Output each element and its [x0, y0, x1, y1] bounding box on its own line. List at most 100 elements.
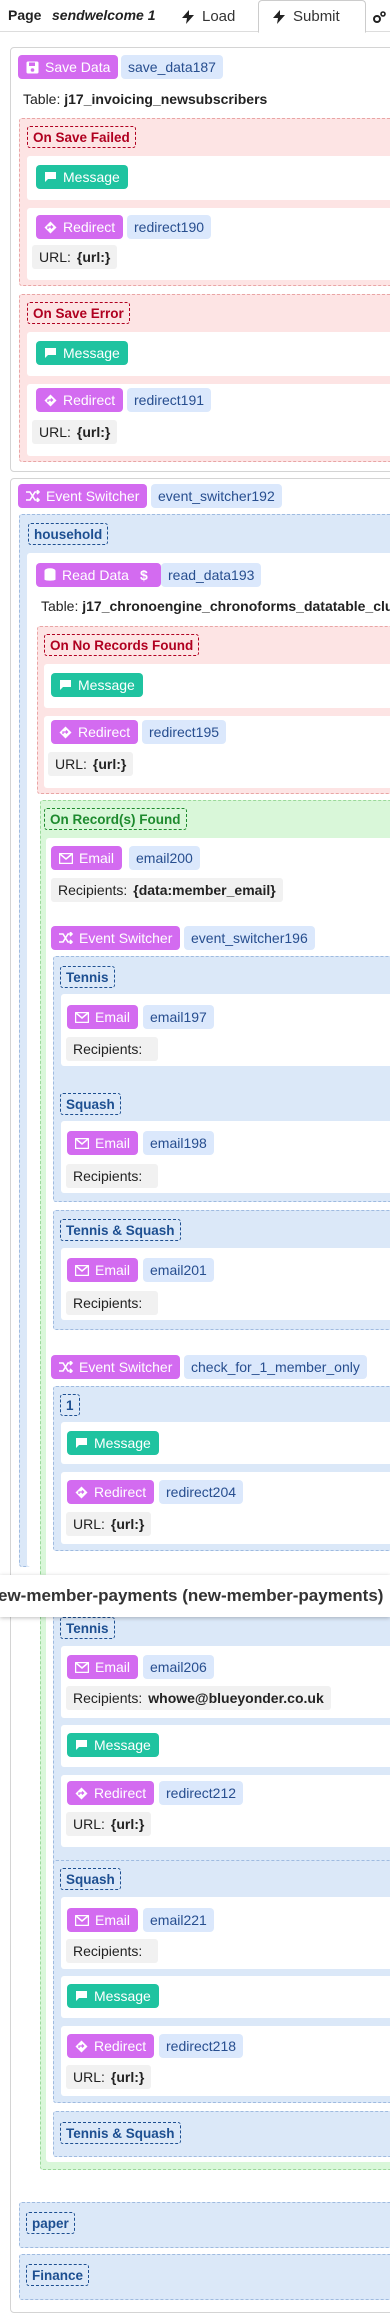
envelope-icon	[75, 1264, 89, 1276]
segment-title: On Save Failed	[27, 126, 136, 148]
read-data-chip[interactable]: Read Data $	[36, 563, 161, 587]
email-chip[interactable]: Email	[67, 1258, 139, 1282]
email-recipients: Recipients: whowe@blueyonder.co.uk	[66, 1686, 331, 1710]
save-data-chip[interactable]: Save Data	[18, 55, 119, 79]
diamond-arrow-icon	[44, 394, 57, 407]
speech-bubble-icon	[75, 1739, 88, 1751]
envelope-icon	[75, 1011, 89, 1023]
event-switcher-name: event_switcher196	[184, 926, 315, 950]
page-label: Page	[8, 7, 42, 23]
email-name: email206	[143, 1655, 214, 1679]
save-data-name: save_data187	[121, 55, 223, 79]
redirect-name: redirect204	[159, 1480, 244, 1504]
segment-title: Tennis & Squash	[60, 1219, 181, 1241]
segment-title: Squash	[60, 1868, 121, 1890]
diamond-arrow-icon	[59, 726, 72, 739]
cog-icon	[372, 10, 386, 24]
email-name: email197	[143, 1005, 214, 1029]
redirect-chip[interactable]: Redirect	[67, 1781, 155, 1805]
bolt-icon	[182, 9, 194, 24]
diamond-arrow-icon	[44, 221, 57, 234]
segment-title: paper	[26, 2212, 75, 2234]
redirect-url: URL: {url:}	[66, 1812, 152, 1836]
envelope-icon	[75, 1914, 89, 1926]
event-switcher-chip[interactable]: Event Switcher	[51, 1355, 181, 1379]
email-chip[interactable]: Email	[67, 1655, 139, 1679]
envelope-icon	[75, 1137, 89, 1149]
email-recipients: Recipients:	[66, 1291, 158, 1315]
email-chip[interactable]: Email	[67, 1005, 139, 1029]
segment-title: On No Records Found	[44, 634, 200, 656]
save-data-table: Table: j17_invoicing_newsubscribers	[23, 91, 268, 107]
message-chip[interactable]: Message	[36, 165, 128, 189]
speech-bubble-icon	[75, 1990, 88, 2002]
email-recipients: Recipients:	[66, 1037, 158, 1061]
segment-title: 1	[60, 1394, 80, 1416]
message-chip[interactable]: Message	[67, 1984, 159, 2008]
tab-load[interactable]: Load	[168, 0, 249, 33]
segment-title: household	[28, 523, 109, 545]
redirect-name: redirect212	[159, 1781, 244, 1805]
email-name: email198	[143, 1131, 214, 1155]
database-icon	[44, 568, 56, 582]
event-switcher-name: event_switcher192	[151, 484, 282, 508]
diamond-arrow-icon	[75, 1486, 88, 1499]
email-recipients: Recipients:	[66, 1164, 158, 1188]
envelope-icon	[75, 1661, 89, 1673]
email-name: email201	[143, 1258, 214, 1282]
diamond-arrow-icon	[75, 2040, 88, 2053]
event-switcher-chip[interactable]: Event Switcher	[51, 926, 181, 950]
email-recipients: Recipients: {data:member_email}	[51, 878, 283, 902]
email-chip[interactable]: Email	[67, 1131, 139, 1155]
speech-bubble-icon	[59, 679, 72, 691]
segment-title: Finance	[26, 2264, 90, 2286]
shuffle-icon	[59, 932, 73, 944]
redirect-url: URL: {url:}	[66, 1512, 152, 1536]
read-data-name: read_data193	[161, 563, 262, 587]
segment-title: Tennis	[60, 966, 115, 988]
message-chip[interactable]: Message	[67, 1733, 159, 1757]
message-chip[interactable]: Message	[67, 1431, 159, 1455]
redirect-name: redirect191	[127, 388, 212, 412]
segment-title: On Save Error	[27, 302, 130, 324]
segment-title: Squash	[60, 1093, 121, 1115]
redirect-chip[interactable]: Redirect	[67, 1480, 155, 1504]
tab-settings[interactable]	[366, 0, 390, 33]
read-data-table: Table: j17_chronoengine_chronoforms_data…	[41, 598, 390, 614]
redirect-name: redirect190	[127, 215, 212, 239]
segment-title: Tennis & Squash	[60, 2122, 181, 2144]
tab-submit[interactable]: Submit	[258, 0, 366, 33]
speech-bubble-icon	[75, 1437, 88, 1449]
event-switcher-chip[interactable]: Event Switcher	[18, 484, 148, 508]
email-name: email221	[143, 1908, 214, 1932]
message-chip[interactable]: Message	[51, 673, 143, 697]
bolt-icon	[273, 9, 285, 24]
redirect-url: URL: {url:}	[32, 245, 118, 269]
email-name: email200	[129, 846, 200, 870]
shuffle-icon	[26, 490, 40, 502]
envelope-icon	[59, 852, 73, 864]
redirect-chip[interactable]: Redirect	[36, 388, 124, 412]
shuffle-icon	[59, 1361, 73, 1373]
message-chip[interactable]: Message	[36, 341, 128, 365]
diamond-arrow-icon	[75, 1787, 88, 1800]
speech-bubble-icon	[44, 347, 57, 359]
email-recipients: Recipients:	[66, 1939, 158, 1963]
event-switcher-name: check_for_1_member_only	[184, 1355, 367, 1379]
segment-title: Tennis	[60, 1617, 115, 1639]
redirect-name: redirect218	[159, 2034, 244, 2058]
redirect-name: redirect195	[142, 720, 227, 744]
email-chip[interactable]: Email	[67, 1908, 139, 1932]
floating-form-title: ew-member-payments (new-member-payments)	[0, 1575, 390, 1617]
floppy-icon	[26, 61, 39, 74]
segment-title: On Record(s) Found	[44, 808, 187, 830]
speech-bubble-icon	[44, 171, 57, 183]
redirect-url: URL: {url:}	[32, 420, 118, 444]
redirect-chip[interactable]: Redirect	[51, 720, 139, 744]
page-name: sendwelcome 1	[52, 7, 156, 23]
redirect-url: URL: {url:}	[66, 2065, 152, 2089]
redirect-chip[interactable]: Redirect	[67, 2034, 155, 2058]
redirect-url: URL: {url:}	[48, 752, 134, 776]
email-chip[interactable]: Email	[51, 846, 123, 870]
redirect-chip[interactable]: Redirect	[36, 215, 124, 239]
